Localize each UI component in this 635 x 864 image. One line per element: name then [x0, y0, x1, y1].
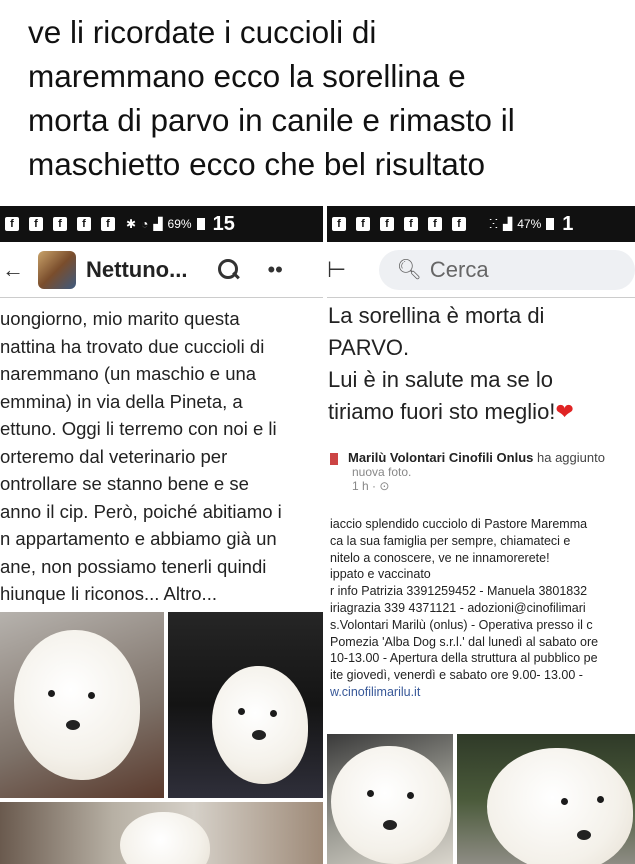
puppy-photo-4[interactable] — [327, 734, 453, 864]
facebook-notification-icon: f — [53, 217, 67, 231]
shared-text: iaccio splendido cucciolo di Pastore Mar… — [330, 517, 599, 683]
post-body-left: uongiorno, mio marito questa nattina ha … — [0, 308, 282, 604]
facebook-notification-icon: f — [5, 217, 19, 231]
wifi-icon: ◔ — [141, 217, 149, 231]
search-input[interactable]: 🔍︎ Cerca — [378, 249, 635, 290]
page-title[interactable]: Nettuno... — [86, 257, 187, 283]
clock: 1 — [562, 212, 574, 235]
bluetooth-icon: ✱ — [126, 217, 137, 231]
shared-post-body: iaccio splendido cucciolo di Pastore Mar… — [330, 516, 635, 701]
signal-icon: ▟ — [153, 217, 163, 231]
shared-meta: 1 h · ⊙ — [352, 479, 390, 493]
clock: 15 — [212, 212, 235, 235]
search-icon: 🔍︎ — [396, 259, 422, 281]
search-placeholder: Cerca — [429, 256, 489, 282]
status-bar-left: f f f f f ✱ ◔ ▟ 69% 15 — [0, 206, 325, 242]
signal-icon: ▟ — [503, 217, 513, 231]
meme-caption: ve li ricordate i cuccioli di maremmano … — [28, 14, 515, 182]
facebook-notification-icon: f — [77, 217, 91, 231]
website-link[interactable]: w.cinofilimarilu.it — [330, 685, 420, 699]
heart-icon: ❤ — [555, 399, 574, 424]
facebook-notification-icon: f — [101, 217, 115, 231]
puppy-photo-1[interactable] — [0, 612, 164, 798]
shared-author[interactable]: Marilù Volontari Cinofili Onlus — [348, 450, 533, 465]
status-bar-right: f f f f f f ⵘ ▟ 47% 1 — [327, 206, 635, 242]
page-avatar[interactable] — [330, 452, 338, 465]
facebook-notification-icon: f — [404, 217, 418, 231]
facebook-notification-icon: f — [428, 217, 442, 231]
puppy-photo-5[interactable] — [457, 734, 635, 864]
data-icon: ⵘ — [489, 217, 498, 231]
puppy-photo-3[interactable] — [0, 802, 323, 864]
facebook-notification-icon: f — [356, 217, 370, 231]
facebook-notification-icon: f — [452, 217, 466, 231]
search-icon[interactable] — [217, 258, 241, 282]
shared-action-line2: nuova foto. — [352, 465, 412, 479]
post-text: La sorellina è morta di PARVO. Lui è in … — [328, 303, 556, 424]
shared-post-header: Marilù Volontari Cinofili Onlus ha aggiu… — [330, 450, 635, 493]
back-arrow-icon[interactable]: ← — [2, 257, 24, 283]
app-bar-right: ⊢ 🔍︎ Cerca — [327, 242, 635, 298]
battery-icon — [546, 218, 555, 230]
facebook-notification-icon: f — [332, 217, 346, 231]
page-avatar[interactable] — [38, 250, 76, 289]
app-bar-left: ← Nettuno... •• — [0, 242, 325, 298]
puppy-photo-2[interactable] — [168, 612, 323, 798]
post-body-right: La sorellina è morta di PARVO. Lui è in … — [328, 300, 635, 428]
battery-percent: 47% — [517, 217, 542, 231]
battery-percent: 69% — [167, 217, 192, 231]
more-options-icon[interactable]: •• — [267, 257, 282, 283]
facebook-notification-icon: f — [380, 217, 394, 231]
battery-icon — [196, 218, 205, 230]
back-arrow-icon[interactable]: ⊢ — [327, 257, 349, 283]
facebook-notification-icon: f — [29, 217, 43, 231]
shared-action: ha aggiunto — [537, 450, 605, 465]
